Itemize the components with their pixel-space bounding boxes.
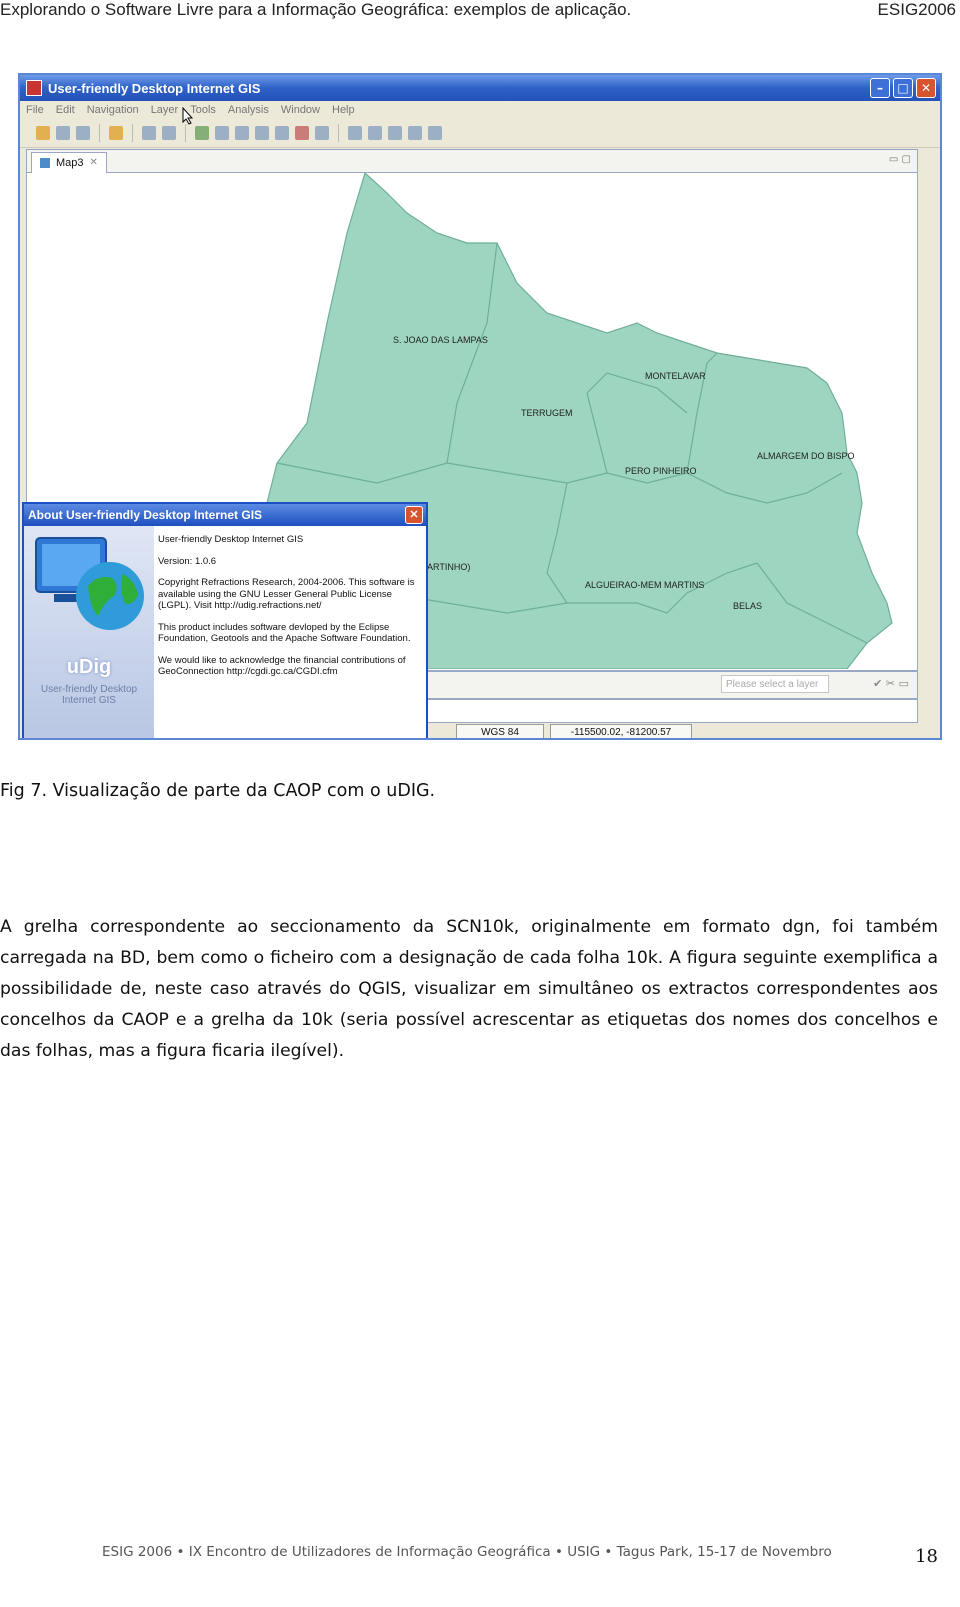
page-number: 18 (915, 1546, 938, 1567)
export-icon[interactable] (109, 126, 123, 140)
new-icon[interactable] (36, 126, 50, 140)
about-text: User-friendly Desktop Internet GIS Versi… (158, 534, 420, 688)
menu-window[interactable]: Window (281, 104, 320, 116)
coordinate-readout: -115500.02, -81200.57 (550, 724, 692, 738)
zoom-out-icon[interactable] (275, 126, 289, 140)
toolbar (20, 119, 940, 148)
back-icon[interactable] (142, 126, 156, 140)
menu-tools[interactable]: Tools (190, 104, 216, 116)
move-icon[interactable] (368, 126, 382, 140)
map-label-pero-pinheiro: PERO PINHEIRO (625, 466, 697, 476)
menu-file[interactable]: File (26, 104, 44, 116)
select-icon[interactable] (388, 126, 402, 140)
editor-tabbar: Map3 ✕ ▭ ▢ (27, 150, 917, 173)
menu-analysis[interactable]: Analysis (228, 104, 269, 116)
forward-icon[interactable] (162, 126, 176, 140)
map-label-sjoao: S. JOAO DAS LAMPAS (393, 335, 488, 345)
udig-window-screenshot: User-friendly Desktop Internet GIS – □ ✕… (18, 73, 942, 740)
about-splash: uDig User-friendly Desktop Internet GIS (24, 526, 154, 738)
page-header-title: Explorando o Software Livre para a Infor… (0, 0, 632, 19)
about-eclipse: This product includes software devloped … (158, 621, 411, 645)
map-label-terrugem: TERRUGEM (521, 408, 573, 418)
body-paragraph: A grelha correspondente ao seccionamento… (0, 917, 938, 1061)
about-copyright: Copyright Refractions Research, 2004-200… (158, 577, 415, 611)
tab-map3[interactable]: Map3 ✕ (31, 152, 107, 173)
info-icon[interactable] (408, 126, 422, 140)
menu-help[interactable]: Help (332, 104, 355, 116)
map-icon (40, 158, 50, 168)
udig-logo: uDig (66, 656, 112, 678)
close-button[interactable]: ✕ (916, 78, 936, 98)
figure-caption: Fig 7. Visualização de parte da CAOP com… (0, 781, 436, 801)
search-icon[interactable] (348, 126, 362, 140)
menu-navigation[interactable]: Navigation (87, 104, 139, 116)
menu-bar: File Edit Navigation Layer Tools Analysi… (20, 101, 940, 119)
udig-logo-caption: User-friendly Desktop Internet GIS (40, 684, 138, 706)
edit-icon[interactable] (315, 126, 329, 140)
minimize-button[interactable]: – (870, 78, 890, 98)
view-minmax-icon[interactable]: ▭ ▢ (889, 154, 911, 165)
map-label-montelavar: MONTELAVAR (645, 371, 706, 381)
window-titlebar: User-friendly Desktop Internet GIS – □ ✕ (20, 75, 940, 101)
about-ack: We would like to acknowledge the financi… (158, 654, 406, 678)
map-label-belas: BELAS (733, 601, 762, 611)
map-label-algueirao: ALGUEIRAO-MEM MARTINS (585, 580, 704, 590)
about-title: About User-friendly Desktop Internet GIS (28, 508, 263, 522)
mouse-cursor-icon (182, 107, 194, 125)
about-app-name: User-friendly Desktop Internet GIS (158, 534, 304, 545)
about-close-button[interactable]: ✕ (405, 506, 423, 524)
zoom-in-icon[interactable] (255, 126, 269, 140)
close-tab-icon[interactable]: ✕ (90, 153, 98, 173)
refresh-icon[interactable] (195, 126, 209, 140)
about-dialog: About User-friendly Desktop Internet GIS… (22, 502, 428, 738)
menu-layer[interactable]: Layer (151, 104, 179, 116)
pan-icon[interactable] (215, 126, 229, 140)
save-icon[interactable] (56, 126, 70, 140)
map-label-almargem: ALMARGEM DO BISPO (757, 451, 855, 461)
map-label-martinho: ARTINHO) (427, 562, 470, 572)
menu-edit[interactable]: Edit (56, 104, 75, 116)
page-footer: ESIG 2006 • IX Encontro de Utilizadores … (102, 1544, 832, 1560)
tab-label: Map3 (56, 157, 84, 169)
stop-icon[interactable] (295, 126, 309, 140)
panel-tools-icon[interactable]: ✔ ✂ ▭ (873, 677, 909, 690)
measure-icon[interactable] (428, 126, 442, 140)
app-icon (26, 80, 42, 96)
computer-globe-icon (35, 537, 144, 630)
layer-select[interactable]: Please select a layer (721, 675, 829, 693)
page-header-right: ESIG2006 (877, 0, 956, 19)
about-titlebar: About User-friendly Desktop Internet GIS… (24, 504, 426, 526)
zoom-extent-icon[interactable] (235, 126, 249, 140)
about-version: Version: 1.0.6 (158, 555, 217, 567)
save-all-icon[interactable] (76, 126, 90, 140)
maximize-button[interactable]: □ (893, 78, 913, 98)
crs-field[interactable]: WGS 84 (456, 724, 544, 738)
window-title: User-friendly Desktop Internet GIS (48, 80, 261, 96)
